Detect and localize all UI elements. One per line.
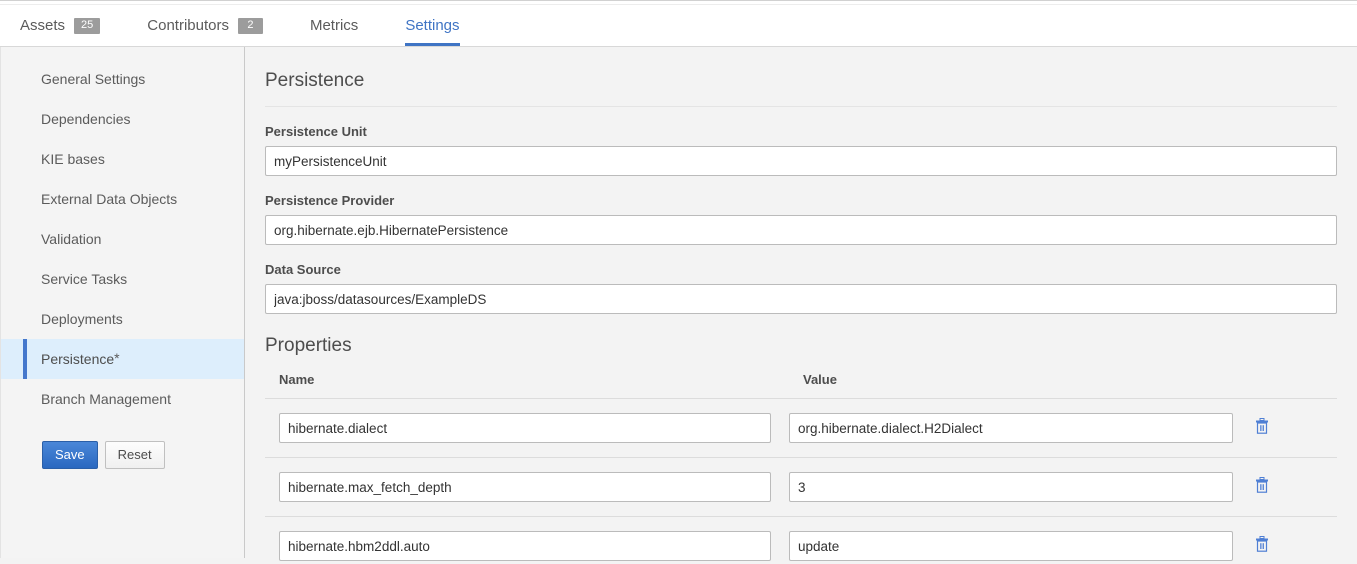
sidebar-item-branch-management[interactable]: Branch Management bbox=[1, 379, 244, 419]
persistence-unit-input[interactable] bbox=[265, 146, 1337, 176]
property-value-input[interactable] bbox=[789, 472, 1233, 502]
data-source-input[interactable] bbox=[265, 284, 1337, 314]
tab-settings[interactable]: Settings bbox=[405, 5, 473, 46]
sidebar-item-deployments[interactable]: Deployments bbox=[1, 299, 244, 339]
table-row bbox=[265, 517, 1337, 564]
properties-title: Properties bbox=[265, 314, 1337, 357]
tab-assets-badge: 25 bbox=[74, 18, 100, 34]
settings-sidebar: General Settings Dependencies KIE bases … bbox=[0, 47, 245, 558]
column-header-value: Value bbox=[789, 372, 1255, 399]
property-name-input[interactable] bbox=[279, 472, 771, 502]
tab-contributors-badge: 2 bbox=[238, 18, 263, 34]
unsaved-changes-marker: * bbox=[114, 350, 119, 366]
sidebar-item-service-tasks[interactable]: Service Tasks bbox=[1, 259, 244, 299]
trash-icon bbox=[1255, 477, 1269, 493]
property-value-input[interactable] bbox=[789, 413, 1233, 443]
sidebar-item-label: Validation bbox=[41, 231, 101, 247]
property-value-input[interactable] bbox=[789, 531, 1233, 561]
cell-property-name bbox=[265, 399, 789, 458]
sidebar-action-buttons: Save Reset bbox=[1, 441, 244, 469]
settings-content: Persistence Persistence Unit Persistence… bbox=[245, 47, 1357, 564]
tab-contributors-label: Contributors bbox=[147, 5, 229, 46]
cell-property-value bbox=[789, 517, 1255, 564]
cell-actions bbox=[1255, 399, 1337, 458]
page-body: General Settings Dependencies KIE bases … bbox=[0, 47, 1357, 564]
trash-icon bbox=[1255, 536, 1269, 552]
tab-assets-label: Assets bbox=[20, 5, 65, 46]
tab-metrics-label: Metrics bbox=[310, 5, 358, 46]
sidebar-item-label: Persistence bbox=[41, 351, 114, 367]
sidebar-item-label: Deployments bbox=[41, 311, 123, 327]
cell-property-name bbox=[265, 458, 789, 517]
field-persistence-provider: Persistence Provider bbox=[265, 193, 1337, 245]
page-title: Persistence bbox=[265, 47, 1337, 106]
tab-settings-label: Settings bbox=[405, 5, 459, 46]
sidebar-item-label: Service Tasks bbox=[41, 271, 127, 287]
field-data-source: Data Source bbox=[265, 262, 1337, 314]
column-header-actions bbox=[1255, 372, 1337, 399]
field-label: Persistence Unit bbox=[265, 124, 1337, 139]
properties-table-head: Name Value bbox=[265, 372, 1337, 399]
delete-property-button[interactable] bbox=[1255, 477, 1269, 493]
property-name-input[interactable] bbox=[279, 531, 771, 561]
tab-contributors[interactable]: Contributors 2 bbox=[147, 5, 277, 46]
sidebar-item-general-settings[interactable]: General Settings bbox=[1, 59, 244, 99]
sidebar-item-external-data-objects[interactable]: External Data Objects bbox=[1, 179, 244, 219]
column-header-name: Name bbox=[265, 372, 789, 399]
save-button[interactable]: Save bbox=[42, 441, 98, 469]
trash-icon bbox=[1255, 418, 1269, 434]
properties-table: Name Value bbox=[265, 372, 1337, 564]
tab-active-underline bbox=[405, 43, 459, 46]
sidebar-item-persistence[interactable]: Persistence* bbox=[1, 339, 244, 379]
cell-property-value bbox=[789, 458, 1255, 517]
table-row bbox=[265, 458, 1337, 517]
sidebar-item-label: Dependencies bbox=[41, 111, 131, 127]
persistence-provider-input[interactable] bbox=[265, 215, 1337, 245]
sidebar-item-validation[interactable]: Validation bbox=[1, 219, 244, 259]
field-persistence-unit: Persistence Unit bbox=[265, 124, 1337, 176]
field-label: Data Source bbox=[265, 262, 1337, 277]
delete-property-button[interactable] bbox=[1255, 418, 1269, 434]
cell-property-name bbox=[265, 517, 789, 564]
sidebar-item-label: KIE bases bbox=[41, 151, 105, 167]
reset-button[interactable]: Reset bbox=[105, 441, 165, 469]
cell-actions bbox=[1255, 458, 1337, 517]
sidebar-item-label: External Data Objects bbox=[41, 191, 177, 207]
delete-property-button[interactable] bbox=[1255, 536, 1269, 552]
sidebar-item-label: General Settings bbox=[41, 71, 145, 87]
field-label: Persistence Provider bbox=[265, 193, 1337, 208]
tab-bar: Assets 25 Contributors 2 Metrics Setting… bbox=[0, 5, 1357, 47]
tab-metrics[interactable]: Metrics bbox=[310, 5, 372, 46]
cell-property-value bbox=[789, 399, 1255, 458]
sidebar-item-dependencies[interactable]: Dependencies bbox=[1, 99, 244, 139]
tab-assets[interactable]: Assets 25 bbox=[20, 5, 114, 46]
table-row bbox=[265, 399, 1337, 458]
cell-actions bbox=[1255, 517, 1337, 564]
title-divider bbox=[265, 106, 1337, 107]
property-name-input[interactable] bbox=[279, 413, 771, 443]
sidebar-item-label: Branch Management bbox=[41, 391, 171, 407]
properties-table-body bbox=[265, 399, 1337, 564]
sidebar-item-kie-bases[interactable]: KIE bases bbox=[1, 139, 244, 179]
table-header-row: Name Value bbox=[265, 372, 1337, 399]
